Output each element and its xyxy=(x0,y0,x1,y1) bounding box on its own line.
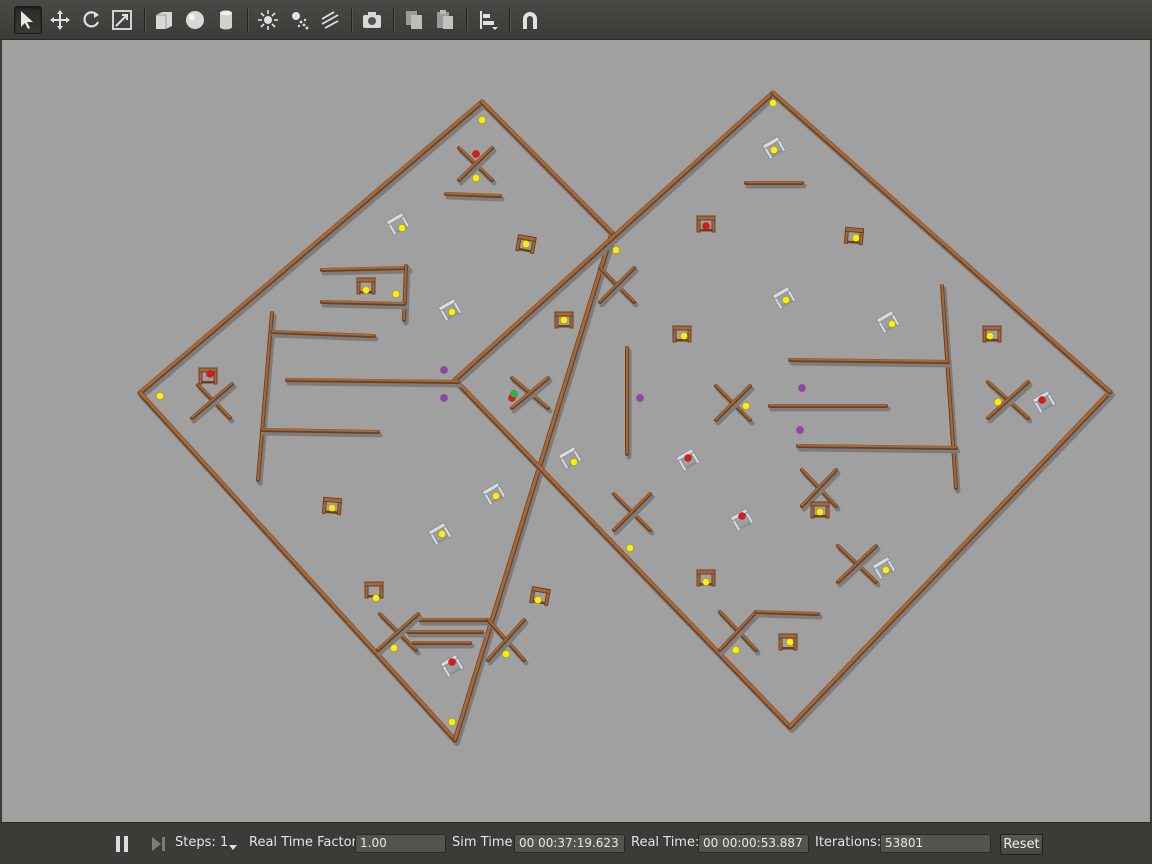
snap-magnet-icon[interactable] xyxy=(516,6,544,34)
room-left-wall-1-top xyxy=(138,390,457,741)
goal-marker-red-1[interactable] xyxy=(206,370,214,378)
goal-marker-yellow-19[interactable] xyxy=(570,458,578,466)
room-right-wall-1-top xyxy=(453,377,792,728)
align-icon[interactable] xyxy=(474,6,502,34)
obstacle-wall-6-top xyxy=(257,311,273,481)
goal-marker-yellow-27[interactable] xyxy=(986,332,994,340)
chair-22[interactable] xyxy=(729,507,755,533)
rotate-mode-icon[interactable] xyxy=(77,6,105,34)
obstacle-wall-29-top xyxy=(941,284,957,489)
goal-marker-yellow-9[interactable] xyxy=(438,530,446,538)
goal-marker-yellow-29[interactable] xyxy=(816,508,824,516)
room-left-wall-0-top xyxy=(138,99,484,394)
pause-icon[interactable] xyxy=(112,834,132,854)
paste-icon[interactable] xyxy=(431,6,459,34)
sphere-shape-icon[interactable] xyxy=(181,6,209,34)
scene-render[interactable] xyxy=(2,40,1150,822)
step-forward-icon[interactable] xyxy=(149,834,169,854)
goal-marker-yellow-1[interactable] xyxy=(472,174,480,182)
copy-icon[interactable] xyxy=(400,6,428,34)
goal-marker-yellow-22[interactable] xyxy=(769,99,777,107)
goal-marker-yellow-6[interactable] xyxy=(448,308,456,316)
goal-marker-yellow-14[interactable] xyxy=(502,650,510,658)
iterations-field: 53801 xyxy=(880,834,991,853)
goal-marker-yellow-8[interactable] xyxy=(328,504,336,512)
goal-marker-yellow-28[interactable] xyxy=(994,398,1002,406)
waypoint-marker-purple-2[interactable] xyxy=(636,394,644,402)
goal-marker-yellow-16[interactable] xyxy=(612,246,620,254)
status-bar: Steps: 1 Real Time Factor: 1.00 Sim Time… xyxy=(0,822,1152,864)
goal-marker-yellow-33[interactable] xyxy=(786,638,794,646)
goal-marker-yellow-24[interactable] xyxy=(852,234,860,242)
goal-marker-yellow-23[interactable] xyxy=(770,146,778,154)
directional-light-icon[interactable] xyxy=(316,6,344,34)
goal-marker-yellow-30[interactable] xyxy=(882,566,890,574)
waypoint-marker-purple-3[interactable] xyxy=(798,384,806,392)
reset-button[interactable]: Reset xyxy=(1000,834,1043,855)
real-time-label: Real Time: xyxy=(631,835,700,850)
select-mode-icon[interactable] xyxy=(14,6,42,34)
spot-light-icon[interactable] xyxy=(285,6,313,34)
chair-0[interactable] xyxy=(385,211,411,237)
real-time-factor-field: 1.00 xyxy=(355,834,446,853)
screenshot-camera-icon[interactable] xyxy=(358,6,386,34)
real-time-field: 00 00:00:53.887 xyxy=(698,834,809,853)
goal-marker-yellow-11[interactable] xyxy=(372,594,380,602)
goal-marker-yellow-32[interactable] xyxy=(732,646,740,654)
goal-marker-yellow-4[interactable] xyxy=(362,286,370,294)
waypoint-marker-purple-1[interactable] xyxy=(440,394,448,402)
robot-marker-green[interactable] xyxy=(510,390,518,398)
goal-marker-yellow-7[interactable] xyxy=(156,392,164,400)
goal-marker-red-0[interactable] xyxy=(472,150,480,158)
obstacle-wall-6-shadow xyxy=(257,313,277,486)
goal-marker-yellow-25[interactable] xyxy=(782,296,790,304)
sim-time-label: Sim Time: xyxy=(452,835,517,850)
goal-marker-yellow-21[interactable] xyxy=(626,544,634,552)
goal-marker-yellow-17[interactable] xyxy=(560,316,568,324)
chair-10[interactable] xyxy=(439,653,465,679)
goal-marker-yellow-12[interactable] xyxy=(534,596,542,604)
waypoint-marker-purple-0[interactable] xyxy=(440,366,448,374)
toolbar xyxy=(0,0,1152,40)
goal-marker-red-6[interactable] xyxy=(1038,396,1046,404)
goal-marker-yellow-5[interactable] xyxy=(392,290,400,298)
goal-marker-red-2[interactable] xyxy=(448,658,456,666)
room-right-wall-0-shadow xyxy=(454,93,778,386)
goal-marker-yellow-2[interactable] xyxy=(398,224,406,232)
box-shape-icon[interactable] xyxy=(150,6,178,34)
chair-13[interactable] xyxy=(557,445,583,471)
goal-marker-yellow-20[interactable] xyxy=(742,402,750,410)
waypoint-marker-purple-4[interactable] xyxy=(796,426,804,434)
steps-label: Steps: xyxy=(175,835,216,850)
chair-19[interactable] xyxy=(875,309,901,335)
goal-marker-red-5[interactable] xyxy=(702,222,710,230)
goal-marker-red-7[interactable] xyxy=(738,512,746,520)
goal-marker-yellow-31[interactable] xyxy=(702,578,710,586)
iterations-label: Iterations: xyxy=(815,835,882,850)
point-light-icon[interactable] xyxy=(254,6,282,34)
goal-marker-yellow-3[interactable] xyxy=(522,240,530,248)
room-right-wall-2-top xyxy=(788,389,1112,728)
real-time-factor-label: Real Time Factor: xyxy=(249,835,362,850)
room-left-wall-3-top xyxy=(480,99,614,234)
goal-marker-yellow-13[interactable] xyxy=(390,644,398,652)
translate-mode-icon[interactable] xyxy=(46,6,74,34)
goal-marker-yellow-0[interactable] xyxy=(478,116,486,124)
chevron-down-icon[interactable] xyxy=(228,841,238,851)
scale-mode-icon[interactable] xyxy=(108,6,136,34)
goal-marker-yellow-15[interactable] xyxy=(448,718,456,726)
sim-time-field: 00 00:37:19.623 xyxy=(514,834,625,853)
goal-marker-red-4[interactable] xyxy=(684,454,692,462)
room-right-wall-3-top xyxy=(771,90,1112,393)
cylinder-shape-icon[interactable] xyxy=(212,6,240,34)
goal-marker-yellow-26[interactable] xyxy=(888,320,896,328)
goal-marker-yellow-18[interactable] xyxy=(680,332,688,340)
goal-marker-yellow-10[interactable] xyxy=(492,492,500,500)
room-right-wall-0-top xyxy=(453,90,775,381)
scene-viewport[interactable] xyxy=(2,40,1150,822)
room-left-wall-0-shadow xyxy=(139,102,487,399)
